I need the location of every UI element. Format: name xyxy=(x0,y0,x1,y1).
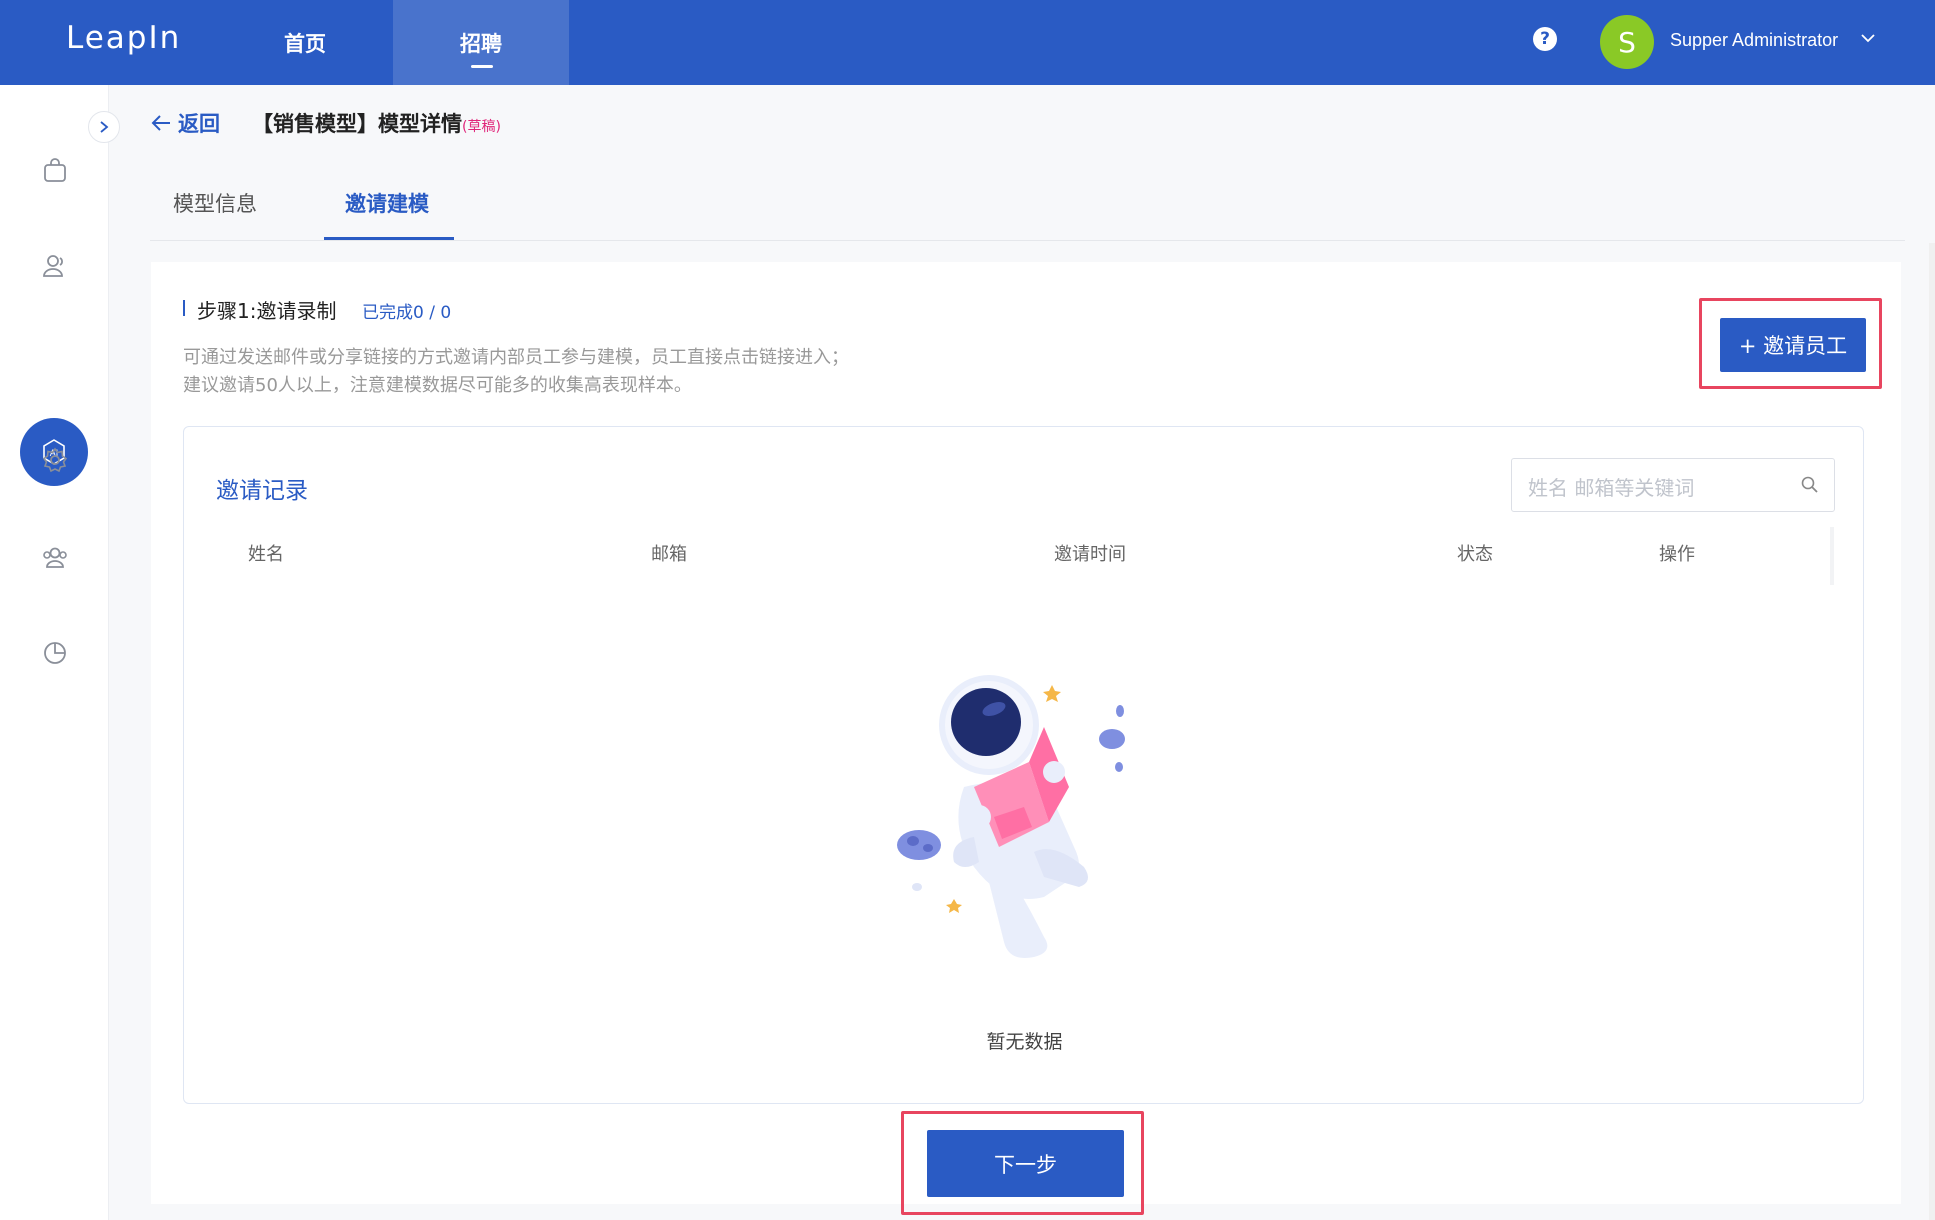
pie-chart-icon[interactable] xyxy=(40,638,70,668)
search-icon[interactable] xyxy=(1800,475,1820,495)
arrow-left-icon xyxy=(151,115,170,131)
step-title: 步骤1:邀请录制 xyxy=(197,299,337,323)
empty-state-text: 暂无数据 xyxy=(986,1031,1063,1053)
column-status: 状态 xyxy=(1457,544,1493,565)
bag-icon[interactable] xyxy=(40,155,70,185)
sidebar: AI xyxy=(0,85,109,1220)
nav-recruit[interactable]: 招聘 xyxy=(393,0,569,85)
desc-line-2: 建议邀请50人以上，注意建模数据尽可能多的收集高表现样本。 xyxy=(183,375,692,396)
nav-home-label: 首页 xyxy=(284,31,326,56)
chevron-right-icon xyxy=(100,121,109,133)
column-actions: 操作 xyxy=(1659,544,1695,565)
settings-icon[interactable] xyxy=(40,445,70,475)
page-title: 【销售模型】模型详情(草稿) xyxy=(252,108,501,138)
table-header: 姓名 邮箱 邀请时间 状态 操作 xyxy=(216,527,1834,585)
next-step-button[interactable]: 下一步 xyxy=(927,1130,1124,1197)
users-icon[interactable] xyxy=(40,251,70,281)
records-title: 邀请记录 xyxy=(216,478,308,504)
tab-invite-modeling[interactable]: 邀请建模 xyxy=(345,188,429,218)
sidebar-collapse-button[interactable] xyxy=(88,111,120,143)
status-badge: (草稿) xyxy=(462,119,501,135)
table-scrollbar xyxy=(1830,527,1834,585)
chevron-down-icon[interactable] xyxy=(1860,30,1876,46)
back-link[interactable]: 返回 xyxy=(150,108,220,138)
astronaut-illustration xyxy=(897,675,1125,958)
tab-bar: 模型信息 邀请建模 xyxy=(150,170,1905,241)
column-invite-time: 邀请时间 xyxy=(1054,544,1126,565)
step-description: 可通过发送邮件或分享链接的方式邀请内部员工参与建模，员工直接点击链接进入； 建议… xyxy=(183,344,849,400)
nav-home[interactable]: 首页 xyxy=(240,0,370,85)
column-name: 姓名 xyxy=(248,544,284,565)
invite-employee-button[interactable]: + 邀请员工 xyxy=(1720,318,1866,372)
step-progress: 已完成0 / 0 xyxy=(362,303,452,323)
app-logo[interactable]: LeapIn xyxy=(66,20,181,56)
page-title-text: 【销售模型】模型详情 xyxy=(252,112,462,136)
tab-model-info[interactable]: 模型信息 xyxy=(173,188,257,218)
back-label: 返回 xyxy=(178,112,220,136)
search-placeholder: 姓名 邮箱等关键词 xyxy=(1528,476,1695,500)
help-icon[interactable]: ? xyxy=(1533,27,1557,51)
page-scrollbar[interactable] xyxy=(1929,243,1935,1220)
user-name[interactable]: Supper Administrator xyxy=(1670,30,1838,51)
nav-active-indicator xyxy=(471,65,493,68)
avatar[interactable]: S xyxy=(1600,15,1654,69)
invite-records-panel: 邀请记录 姓名 邮箱等关键词 姓名 邮箱 邀请时间 状态 操作 暂无数据 xyxy=(183,426,1864,1104)
search-input[interactable]: 姓名 邮箱等关键词 xyxy=(1511,458,1835,512)
step-marker xyxy=(183,300,185,316)
top-navbar: LeapIn 首页 招聘 ? S Supper Administrator xyxy=(0,0,1935,85)
tab-active-indicator xyxy=(324,237,454,240)
nav-recruit-label: 招聘 xyxy=(460,31,502,56)
team-icon[interactable] xyxy=(40,542,70,572)
column-email: 邮箱 xyxy=(651,544,687,565)
desc-line-1: 可通过发送邮件或分享链接的方式邀请内部员工参与建模，员工直接点击链接进入； xyxy=(183,347,849,368)
main-card: 步骤1:邀请录制 已完成0 / 0 可通过发送邮件或分享链接的方式邀请内部员工参… xyxy=(151,262,1901,1204)
